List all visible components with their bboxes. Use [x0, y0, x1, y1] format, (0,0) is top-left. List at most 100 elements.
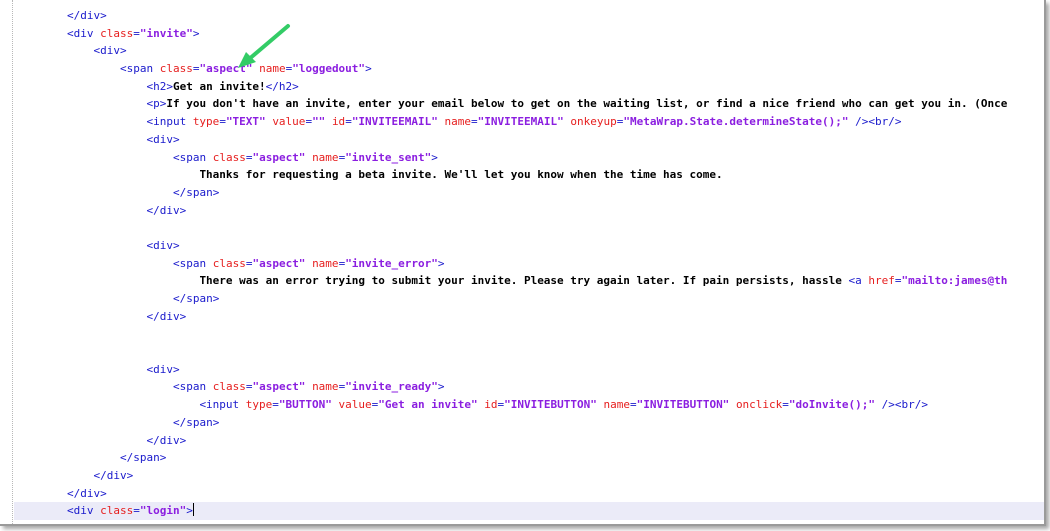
code-line[interactable]: <div>	[14, 237, 1044, 255]
code-line[interactable]: </div>	[14, 202, 1044, 220]
code-line[interactable]: </div>	[14, 432, 1044, 450]
code-line[interactable]: <h2>Get an invite!</h2>	[14, 78, 1044, 96]
code-token-val: "INVITEBUTTON"	[636, 398, 730, 412]
code-token-tag: <span	[172, 256, 213, 270]
code-token-val: "invite_ready"	[345, 380, 438, 394]
code-token-attr: name	[603, 398, 630, 412]
code-token-tag	[729, 398, 736, 411]
code-line[interactable]	[14, 343, 1044, 361]
code-token-tag: </div>	[146, 433, 187, 447]
code-token-attr: name	[312, 256, 339, 270]
code-line[interactable]: </span>	[14, 290, 1044, 308]
code-token-tag: </div>	[66, 9, 107, 22]
code-token-attr: class	[212, 256, 246, 270]
code-line[interactable]: </span>	[14, 184, 1044, 202]
code-token-tag: >	[192, 26, 200, 40]
code-line[interactable]: Thanks for requesting a beta invite. We'…	[14, 166, 1044, 184]
code-token-tag	[325, 115, 332, 128]
code-line[interactable]: <div>	[14, 361, 1044, 379]
code-token-val: "login"	[139, 504, 187, 518]
code-token-val: "doInvite();"	[788, 398, 876, 412]
code-token-attr: onclick	[735, 398, 783, 412]
code-line[interactable]: <p>If you don't have an invite, enter yo…	[14, 95, 1044, 113]
code-line[interactable]: </span>	[14, 414, 1044, 432]
code-line[interactable]: <div class="invite">	[14, 25, 1044, 43]
code-token-tag: >	[431, 150, 438, 164]
code-token-val: "aspect"	[252, 256, 306, 270]
code-token-tag: /><br/>	[848, 115, 902, 129]
code-token-val: "Get an invite"	[378, 398, 478, 412]
code-token-tag: <div>	[146, 132, 180, 146]
current-code-line[interactable]: <div class="login">	[14, 502, 1044, 520]
code-token-tag: <div>	[93, 44, 127, 58]
code-token-tag: <input	[199, 398, 246, 412]
code-token-tag: <p>	[146, 97, 167, 111]
text-cursor	[192, 503, 194, 517]
code-token-attr: name	[312, 380, 339, 394]
code-token-tag: <a	[848, 274, 869, 288]
code-line[interactable]: </div>	[14, 7, 1044, 25]
code-token-tag: </div>	[93, 468, 134, 482]
code-token-tag	[332, 398, 339, 411]
code-token-attr: value	[272, 115, 306, 129]
code-token-val: "invite_sent"	[345, 150, 432, 164]
code-token-tag: >	[437, 380, 445, 394]
code-line[interactable]: <span class="aspect" name="invite_error"…	[14, 255, 1044, 273]
code-line[interactable]	[14, 325, 1044, 343]
code-line[interactable]: <input type="TEXT" value="" id="INVITEEM…	[14, 113, 1044, 131]
code-token-attr: class	[212, 380, 246, 394]
code-token-tag: <h2>	[146, 79, 173, 93]
code-line[interactable]: There was an error trying to submit your…	[14, 272, 1044, 290]
code-token-val: "loggedout"	[292, 62, 366, 76]
code-token-val: "MetaWrap.State.determineState();"	[623, 115, 849, 129]
code-line[interactable]: <span class="aspect" name="loggedout">	[14, 60, 1044, 78]
code-token-txt: Get an invite!	[172, 79, 266, 93]
code-token-attr: onkeyup	[570, 115, 617, 129]
code-line[interactable]: <div>	[14, 131, 1044, 149]
code-token-tag: >	[365, 62, 372, 76]
code-line[interactable]: </div>	[14, 308, 1044, 326]
code-token-tag: <span	[172, 380, 213, 394]
code-token-tag: <span	[172, 150, 213, 164]
code-token-val: "invite_error"	[345, 256, 438, 270]
code-line[interactable]	[14, 219, 1044, 237]
code-line[interactable]: </div>	[14, 485, 1044, 503]
code-token-attr: class	[159, 62, 193, 76]
code-line[interactable]: <span class="aspect" name="invite_sent">	[14, 149, 1044, 167]
code-token-val: "INVITEBUTTON"	[504, 398, 597, 412]
code-token-val: "aspect"	[252, 150, 306, 164]
code-line[interactable]: <input type="BUTTON" value="Get an invit…	[14, 396, 1044, 414]
code-token-tag: </span>	[172, 415, 220, 429]
code-token-tag: </div>	[146, 309, 187, 323]
code-token-attr: id	[484, 398, 498, 412]
code-token-tag: =	[629, 398, 637, 412]
code-editor-window: </div> <div class="invite"> <div> <span …	[0, 0, 1046, 526]
code-line[interactable]: <div>	[14, 42, 1044, 60]
code-token-tag: </span>	[119, 451, 167, 465]
code-token-attr: name	[444, 115, 472, 129]
code-token-attr: type	[245, 398, 273, 412]
code-token-tag: =	[345, 115, 352, 129]
code-token-tag: </span>	[172, 185, 220, 199]
code-view[interactable]: </div> <div class="invite"> <div> <span …	[14, 7, 1044, 520]
code-token-val: "BUTTON"	[278, 398, 332, 412]
code-line[interactable]: </span>	[14, 449, 1044, 467]
code-line[interactable]: </div>	[14, 467, 1044, 485]
code-line[interactable]: <span class="aspect" name="invite_ready"…	[14, 378, 1044, 396]
